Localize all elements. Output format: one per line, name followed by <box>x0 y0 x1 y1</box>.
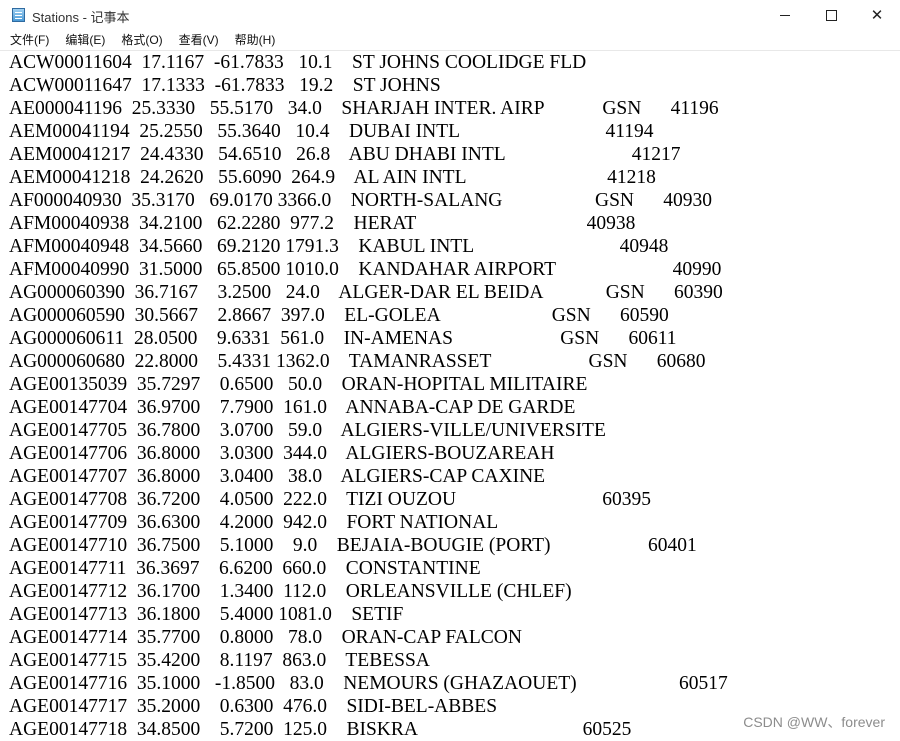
text-line: AGE00147713 36.1800 5.4000 1081.0 SETIF <box>9 604 404 625</box>
notepad-icon <box>12 8 25 22</box>
text-line: AGE00147717 35.2000 0.6300 476.0 SIDI-BE… <box>9 696 498 717</box>
maximize-button[interactable] <box>808 0 854 30</box>
text-editor-area[interactable]: ACW00011604 17.1167 -61.7833 10.1 ST JOH… <box>0 50 900 741</box>
menu-format[interactable]: 格式(O) <box>113 30 170 50</box>
menu-help[interactable]: 帮助(H) <box>227 30 284 50</box>
notepad-window: Stations - 记事本 ✕ 文件(F) 编辑(E) 格式(O) 查看(V)… <box>0 0 900 741</box>
text-line: AGE00147707 36.8000 3.0400 38.0 ALGIERS-… <box>9 466 546 487</box>
text-line: AEM00041194 25.2550 55.3640 10.4 DUBAI I… <box>9 121 654 142</box>
text-line: AG000060680 22.8000 5.4331 1362.0 TAMANR… <box>9 351 706 372</box>
menu-view[interactable]: 查看(V) <box>171 30 227 50</box>
csdn-watermark: CSDN @WW、forever <box>743 714 885 730</box>
text-line: ACW00011647 17.1333 -61.7833 19.2 ST JOH… <box>9 75 441 96</box>
text-line: AG000060611 28.0500 9.6331 561.0 IN-AMEN… <box>9 328 677 349</box>
text-line: AGE00147712 36.1700 1.3400 112.0 ORLEANS… <box>9 581 572 602</box>
close-icon: ✕ <box>870 5 884 24</box>
title-bar[interactable]: Stations - 记事本 ✕ <box>0 0 900 30</box>
text-line: AGE00147706 36.8000 3.0300 344.0 ALGIERS… <box>9 443 555 464</box>
text-line: AG000060590 30.5667 2.8667 397.0 EL-GOLE… <box>9 305 669 326</box>
menu-file[interactable]: 文件(F) <box>0 30 57 50</box>
text-line: AGE00147714 35.7700 0.8000 78.0 ORAN-CAP… <box>9 627 522 648</box>
text-line: AE000041196 25.3330 55.5170 34.0 SHARJAH… <box>9 98 719 119</box>
text-line: AGE00147710 36.7500 5.1000 9.0 BEJAIA-BO… <box>9 535 697 556</box>
text-line: ACW00011604 17.1167 -61.7833 10.1 ST JOH… <box>9 52 587 73</box>
text-line: AGE00147711 36.3697 6.6200 660.0 CONSTAN… <box>9 558 481 579</box>
text-line: AG000060390 36.7167 3.2500 24.0 ALGER-DA… <box>9 282 723 303</box>
text-line: AFM00040990 31.5000 65.8500 1010.0 KANDA… <box>9 259 722 280</box>
close-button[interactable]: ✕ <box>854 0 900 30</box>
text-line: AGE00147704 36.9700 7.7900 161.0 ANNABA-… <box>9 397 576 418</box>
text-line: AFM00040948 34.5660 69.2120 1791.3 KABUL… <box>9 236 669 257</box>
window-title: Stations - 记事本 <box>32 10 130 25</box>
menu-edit[interactable]: 编辑(E) <box>57 30 113 50</box>
minimize-button[interactable] <box>762 0 808 30</box>
maximize-icon <box>825 9 837 21</box>
text-line: AGE00147716 35.1000 -1.8500 83.0 NEMOURS… <box>9 673 728 694</box>
text-line: AGE00147718 34.8500 5.7200 125.0 BISKRA … <box>9 719 632 740</box>
text-line: AGE00147705 36.7800 3.0700 59.0 ALGIERS-… <box>9 420 606 441</box>
text-line: AF000040930 35.3170 69.0170 3366.0 NORTH… <box>9 190 713 211</box>
text-line: AGE00147708 36.7200 4.0500 222.0 TIZI OU… <box>9 489 652 510</box>
menu-bar: 文件(F) 编辑(E) 格式(O) 查看(V) 帮助(H) <box>0 30 900 50</box>
minimize-icon <box>780 14 790 16</box>
text-line: AEM00041217 24.4330 54.6510 26.8 ABU DHA… <box>9 144 681 165</box>
text-line: AGE00135039 35.7297 0.6500 50.0 ORAN-HOP… <box>9 374 588 395</box>
text-line: AEM00041218 24.2620 55.6090 264.9 AL AIN… <box>9 167 656 188</box>
text-line: AGE00147715 35.4200 8.1197 863.0 TEBESSA <box>9 650 430 671</box>
text-line: AGE00147709 36.6300 4.2000 942.0 FORT NA… <box>9 512 499 533</box>
text-line: AFM00040938 34.2100 62.2280 977.2 HERAT … <box>9 213 636 234</box>
